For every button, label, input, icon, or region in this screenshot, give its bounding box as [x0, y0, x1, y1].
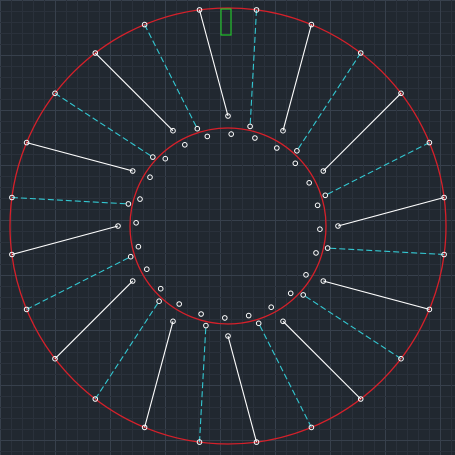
inner-ring-grip-marker[interactable] [157, 285, 164, 292]
inner-dashed-grip-marker[interactable] [324, 245, 331, 251]
inner-dashed-grip-marker[interactable] [247, 123, 253, 130]
dashed-spoke[interactable] [296, 52, 362, 152]
inner-dashed-grip-marker[interactable] [300, 292, 307, 298]
inner-ring-grip-marker[interactable] [135, 243, 142, 250]
inner-ring-grip-marker[interactable] [147, 174, 153, 180]
solid-spoke[interactable] [282, 320, 362, 400]
inner-ring-grip-marker[interactable] [133, 220, 139, 226]
inner-ring-grip-marker[interactable] [313, 250, 319, 256]
inner-ring-grip-marker[interactable] [287, 290, 294, 297]
drawing-canvas[interactable] [0, 0, 455, 455]
dashed-spoke[interactable] [94, 300, 160, 400]
solid-spoke[interactable] [323, 280, 430, 310]
outer-circle[interactable] [9, 7, 447, 445]
inner-ring-grip-marker[interactable] [292, 160, 299, 167]
inner-ring-grip-marker[interactable] [306, 180, 313, 186]
inner-dashed-grip-marker[interactable] [294, 148, 300, 154]
solid-spoke[interactable] [11, 225, 119, 256]
inner-ring-grip-marker[interactable] [245, 312, 252, 319]
inner-ring-grip-marker[interactable] [137, 196, 143, 202]
solid-spoke[interactable] [26, 142, 133, 172]
inner-ring-grip-marker[interactable] [303, 272, 309, 278]
dashed-spoke[interactable] [198, 325, 207, 443]
grid [0, 0, 455, 455]
dashed-spoke[interactable] [144, 24, 198, 129]
inner-ring-grip-marker[interactable] [176, 301, 182, 307]
inner-ring-grip-marker[interactable] [144, 266, 150, 273]
cad-viewport[interactable] [0, 0, 455, 455]
grip-markers[interactable] [9, 7, 447, 445]
inner-circle[interactable] [129, 127, 327, 325]
dashed-spoke[interactable] [54, 92, 154, 158]
ring-shape[interactable] [9, 7, 447, 445]
dashed-spoke[interactable] [258, 323, 312, 428]
spoke-lines[interactable] [11, 9, 445, 443]
solid-spoke[interactable] [337, 196, 445, 227]
solid-spoke[interactable] [94, 52, 174, 132]
solid-spoke[interactable] [198, 9, 229, 117]
inner-dashed-grip-marker[interactable] [203, 322, 209, 329]
inner-ring-grip-marker[interactable] [198, 311, 204, 317]
inner-ring-grip-marker[interactable] [204, 133, 211, 140]
